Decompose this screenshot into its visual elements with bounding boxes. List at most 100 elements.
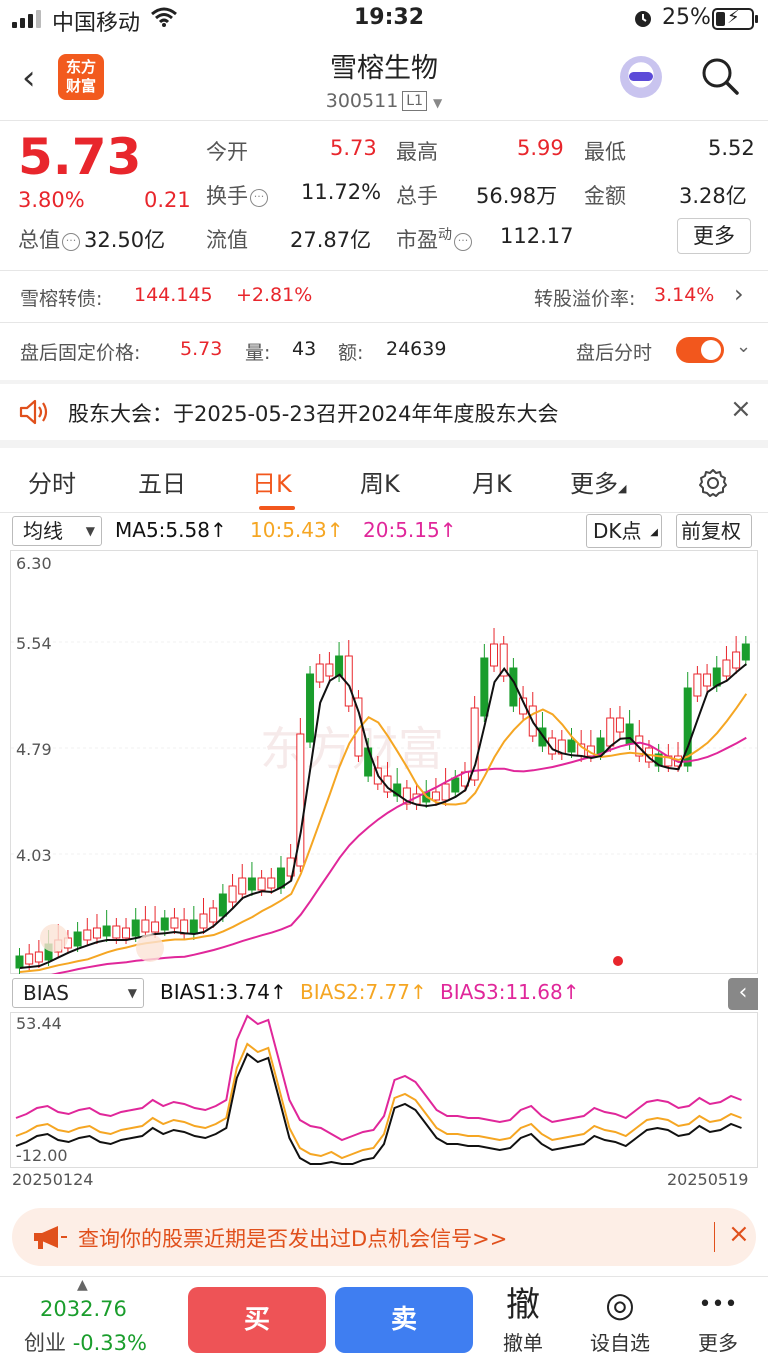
signal-icon <box>12 10 41 28</box>
candle <box>92 927 101 939</box>
search-icon[interactable] <box>700 56 740 96</box>
adjust-button[interactable]: 前复权 <box>676 514 752 548</box>
open-price-value: 5.73 <box>330 136 377 160</box>
close-icon[interactable]: × <box>728 1219 750 1249</box>
cancel-order-icon: 撤 <box>506 1285 540 1325</box>
volume-value: 56.98万 <box>476 184 558 208</box>
more-menu-button[interactable]: ••• 更多 <box>683 1283 753 1356</box>
y-tick-label: 4.03 <box>16 846 52 865</box>
signal-marker[interactable] <box>136 934 164 962</box>
assistant-robot-icon[interactable] <box>620 56 662 98</box>
y-tick-label: 5.54 <box>16 634 52 653</box>
info-icon[interactable]: ··· <box>62 233 80 251</box>
date-start-label: 20250124 <box>12 1170 94 1189</box>
convertible-bond-row[interactable]: 雪榕转债: 144.145 +2.81% 转股溢价率: 3.14% › <box>0 280 768 312</box>
after-hours-row: 盘后固定价格: 5.73 量: 43 额: 24639 盘后分时 ⌄ <box>0 336 768 366</box>
chevron-right-icon[interactable]: › <box>734 280 744 308</box>
quote-panel: 5.73 3.80% 0.21 总值 ··· 32.50亿 今开 5.73 最高 5… <box>0 122 768 270</box>
dk-signal-dot[interactable] <box>613 956 623 966</box>
float-value-amount: 27.87亿 <box>290 228 372 252</box>
bond-change: +2.81% <box>236 284 313 306</box>
info-icon[interactable]: ··· <box>454 233 472 251</box>
amount: 金额 <box>584 184 626 208</box>
candle <box>703 673 712 687</box>
tab-more[interactable]: 更多◢ <box>570 464 626 499</box>
close-icon[interactable]: × <box>730 394 752 424</box>
tab-monthly-k[interactable]: 月K <box>472 464 512 499</box>
cancel-order-button[interactable]: 撤 撤单 <box>488 1283 558 1356</box>
candle <box>431 791 440 801</box>
collapse-panel-button[interactable]: ‹ <box>728 978 758 1010</box>
candle <box>596 737 605 755</box>
float-value: 流值 <box>206 228 248 252</box>
after-hours-toggle[interactable] <box>676 337 724 363</box>
index-ticker[interactable]: 创业 -0.33% <box>24 1327 147 1357</box>
buy-button[interactable]: 买 <box>188 1287 326 1353</box>
after-hours-amount-label: 额: <box>338 342 364 364</box>
info-icon[interactable]: ··· <box>250 189 268 207</box>
battery-icon: ⚡ <box>712 7 758 30</box>
bias2-legend: BIAS2:7.77↑ <box>300 980 427 1004</box>
candle <box>34 951 43 963</box>
chart-tabs: 分时 五日 日K 周K 月K 更多◢ <box>0 450 768 512</box>
candle <box>141 919 150 933</box>
candle <box>693 673 702 697</box>
candle <box>228 885 237 903</box>
ma10-legend: 10:5.43↑ <box>250 518 344 542</box>
sell-button[interactable]: 卖 <box>335 1287 473 1353</box>
candle <box>315 663 324 683</box>
kline-chart[interactable]: 东方财富 <box>10 550 758 974</box>
candle <box>490 643 499 667</box>
tab-timeshare[interactable]: 分时 <box>28 464 76 499</box>
low-price: 最低 <box>584 140 626 164</box>
candle <box>722 659 731 677</box>
watchlist-icon: ◎ <box>605 1285 635 1325</box>
change-percent: 3.80% <box>18 188 85 212</box>
chevron-down-icon: ▼ <box>433 96 443 110</box>
tab-daily-k[interactable]: 日K <box>252 464 292 499</box>
y-tick-label: 4.79 <box>16 740 52 759</box>
clock: 19:32 <box>354 5 425 30</box>
pe-ratio: 市盈动 ··· <box>396 224 472 254</box>
candle <box>257 877 266 891</box>
signal-marker[interactable] <box>40 924 68 952</box>
candle <box>306 673 315 743</box>
candle <box>25 953 34 965</box>
candle <box>218 893 227 917</box>
stock-code: 300511 <box>325 90 399 112</box>
stock-header: ‹ 东方 财富 雪榕生物 300511 L1 ▼ <box>0 40 768 120</box>
settings-gear-icon[interactable] <box>698 468 728 498</box>
candle <box>606 717 615 747</box>
index-value[interactable]: 2032.76 <box>40 1297 127 1321</box>
watermark-logo: 东方财富 <box>260 723 444 775</box>
candle <box>122 927 131 939</box>
tab-weekly-k[interactable]: 周K <box>360 464 400 499</box>
bias1-legend: BIAS1:3.74↑ <box>160 980 287 1004</box>
candle <box>238 877 247 895</box>
total-value: 32.50亿 <box>84 228 166 252</box>
ma-indicator-select[interactable]: 均线 ▼ <box>12 516 102 546</box>
bond-price: 144.145 <box>134 284 213 306</box>
bias3-legend: BIAS3:11.68↑ <box>440 980 580 1004</box>
bias-chart[interactable] <box>10 1012 758 1168</box>
turnover: 换手 ··· <box>206 180 268 210</box>
expand-up-icon[interactable]: ▲ <box>77 1277 88 1293</box>
more-quote-button[interactable]: 更多 <box>677 218 751 254</box>
level-badge: L1 <box>402 91 427 111</box>
amount-value: 3.28亿 <box>679 184 747 208</box>
candle <box>567 739 576 753</box>
status-bar: 中国移动 19:32 25% ⚡ <box>0 0 768 40</box>
candle <box>470 707 479 781</box>
dk-signal-banner[interactable]: 查询你的股票近期是否发出过D点机会信号>> × <box>12 1208 756 1266</box>
chevron-down-icon[interactable]: ⌄ <box>736 336 751 357</box>
tab-five-day[interactable]: 五日 <box>138 464 186 499</box>
notice-bar[interactable]: 股东大会：于2025-05-23召开2024年年度股东大会 × <box>0 384 768 440</box>
after-hours-amount: 24639 <box>386 338 447 360</box>
add-watchlist-button[interactable]: ◎ 设自选 <box>585 1283 655 1356</box>
candle <box>732 651 741 669</box>
bias-indicator-select[interactable]: BIAS ▼ <box>12 978 144 1008</box>
candle <box>189 919 198 935</box>
candle <box>247 877 256 891</box>
dk-point-button[interactable]: DK点 ◢ <box>586 514 662 548</box>
premium-label: 转股溢价率: <box>534 288 636 310</box>
